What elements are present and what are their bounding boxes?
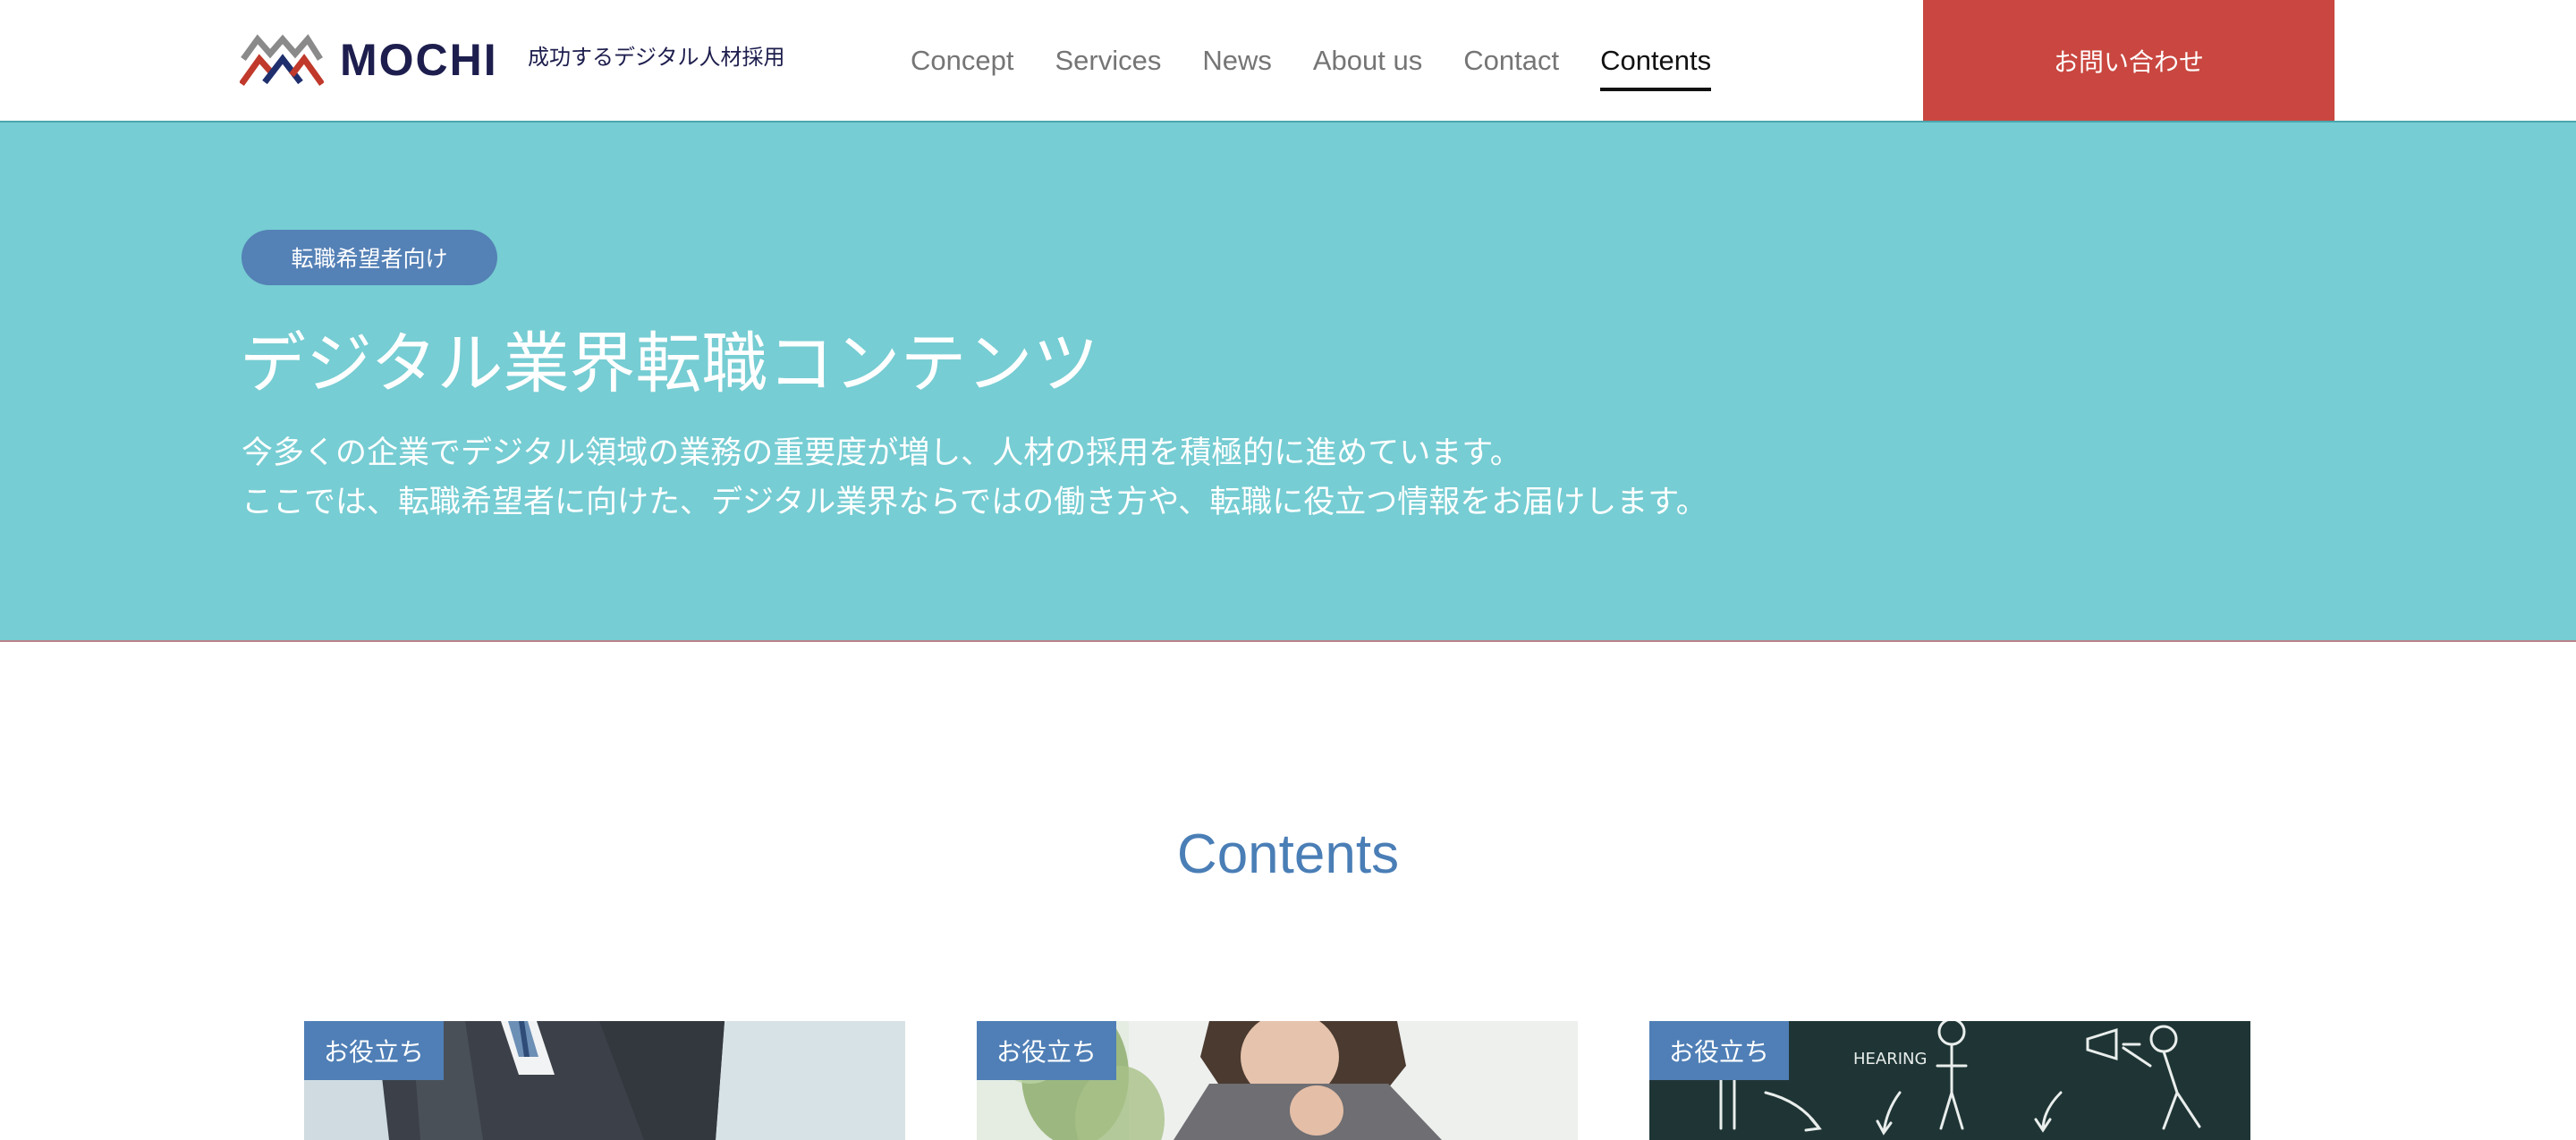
hero-banner: 転職希望者向け デジタル業界転職コンテンツ 今多くの企業でデジタル領域の業務の重… bbox=[0, 122, 2576, 642]
card-category-tag: お役立ち bbox=[1649, 1021, 1790, 1080]
chalkboard-hearing-text: HEARING bbox=[1853, 1050, 1927, 1068]
content-card-3[interactable]: HEARING お役立ち bbox=[1649, 1021, 2250, 1140]
nav-item-services[interactable]: Services bbox=[1055, 38, 1161, 83]
nav-item-contact[interactable]: Contact bbox=[1463, 38, 1559, 83]
card-category-tag: お役立ち bbox=[977, 1021, 1117, 1080]
hero-description: 今多くの企業でデジタル領域の業務の重要度が増し、人材の採用を積極的に進めています… bbox=[242, 428, 1707, 527]
site-tagline: 成功するデジタル人材採用 bbox=[528, 46, 785, 70]
logo-link[interactable]: MOCHI bbox=[240, 32, 498, 88]
nav-item-about-us[interactable]: About us bbox=[1313, 38, 1422, 83]
audience-badge: 転職希望者向け bbox=[242, 230, 497, 285]
logo-text: MOCHI bbox=[340, 35, 498, 85]
contents-section-title: Contents bbox=[1176, 823, 1400, 885]
main-nav: Concept Services News About us Contact C… bbox=[911, 0, 1752, 121]
nav-item-contents[interactable]: Contents bbox=[1600, 38, 1712, 91]
hero-description-line-1: 今多くの企業でデジタル領域の業務の重要度が増し、人材の採用を積極的に進めています… bbox=[242, 435, 1521, 470]
content-card-1[interactable]: お役立ち bbox=[304, 1021, 905, 1140]
site-header: MOCHI 成功するデジタル人材採用 Concept Services News… bbox=[0, 0, 2576, 122]
page-title: デジタル業界転職コンテンツ bbox=[240, 326, 1099, 401]
mochi-logo-icon bbox=[240, 34, 324, 87]
card-category-tag: お役立ち bbox=[304, 1021, 445, 1080]
contact-cta-button[interactable]: お問い合わせ bbox=[1923, 0, 2334, 121]
nav-item-concept[interactable]: Concept bbox=[911, 38, 1013, 83]
content-card-2[interactable]: お役立ち bbox=[977, 1021, 1578, 1140]
nav-item-news[interactable]: News bbox=[1202, 38, 1272, 83]
hero-description-line-2: ここでは、転職希望者に向けた、デジタル業界ならではの働き方や、転職に役立つ情報を… bbox=[242, 485, 1707, 519]
